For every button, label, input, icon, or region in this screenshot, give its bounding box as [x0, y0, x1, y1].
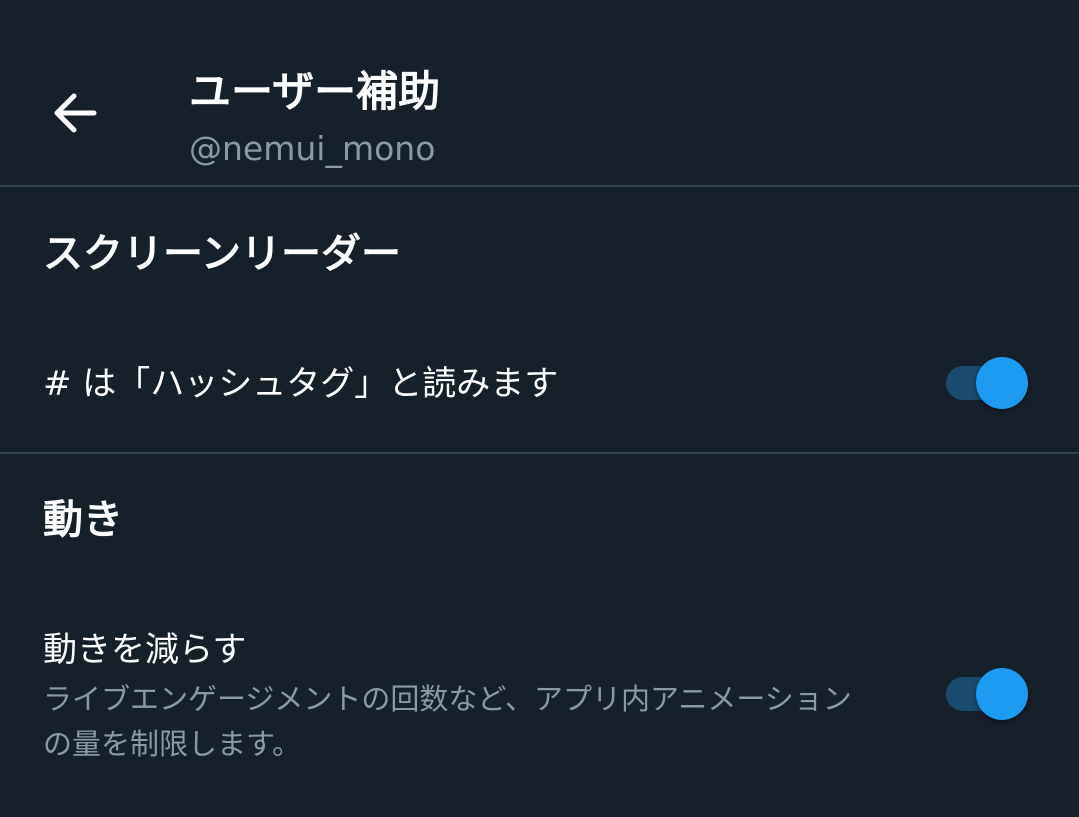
reduce-motion-toggle[interactable] — [946, 667, 1030, 721]
reduce-motion-label[interactable]: 動きを減らす — [43, 626, 246, 674]
back-button[interactable] — [44, 82, 106, 144]
arrow-left-icon — [54, 93, 97, 133]
toggle-knob — [976, 357, 1028, 409]
page-title: ユーザー補助 — [189, 67, 441, 116]
header-divider — [0, 185, 1079, 187]
section-divider — [0, 452, 1079, 454]
hashtag-reading-toggle[interactable] — [946, 356, 1030, 410]
section-title-screen-reader: スクリーンリーダー — [43, 231, 401, 277]
hashtag-reading-label[interactable]: # は「ハッシュタグ」と読みます — [43, 360, 558, 408]
reduce-motion-description: ライブエンゲージメントの回数など、アプリ内アニメーションの量を制限します。 — [43, 682, 852, 761]
toggle-knob — [976, 668, 1028, 720]
account-handle: @nemui_mono — [189, 129, 436, 168]
section-title-motion: 動き — [43, 497, 123, 543]
top-app-bar: ユーザー補助 @nemui_mono — [0, 0, 1079, 186]
